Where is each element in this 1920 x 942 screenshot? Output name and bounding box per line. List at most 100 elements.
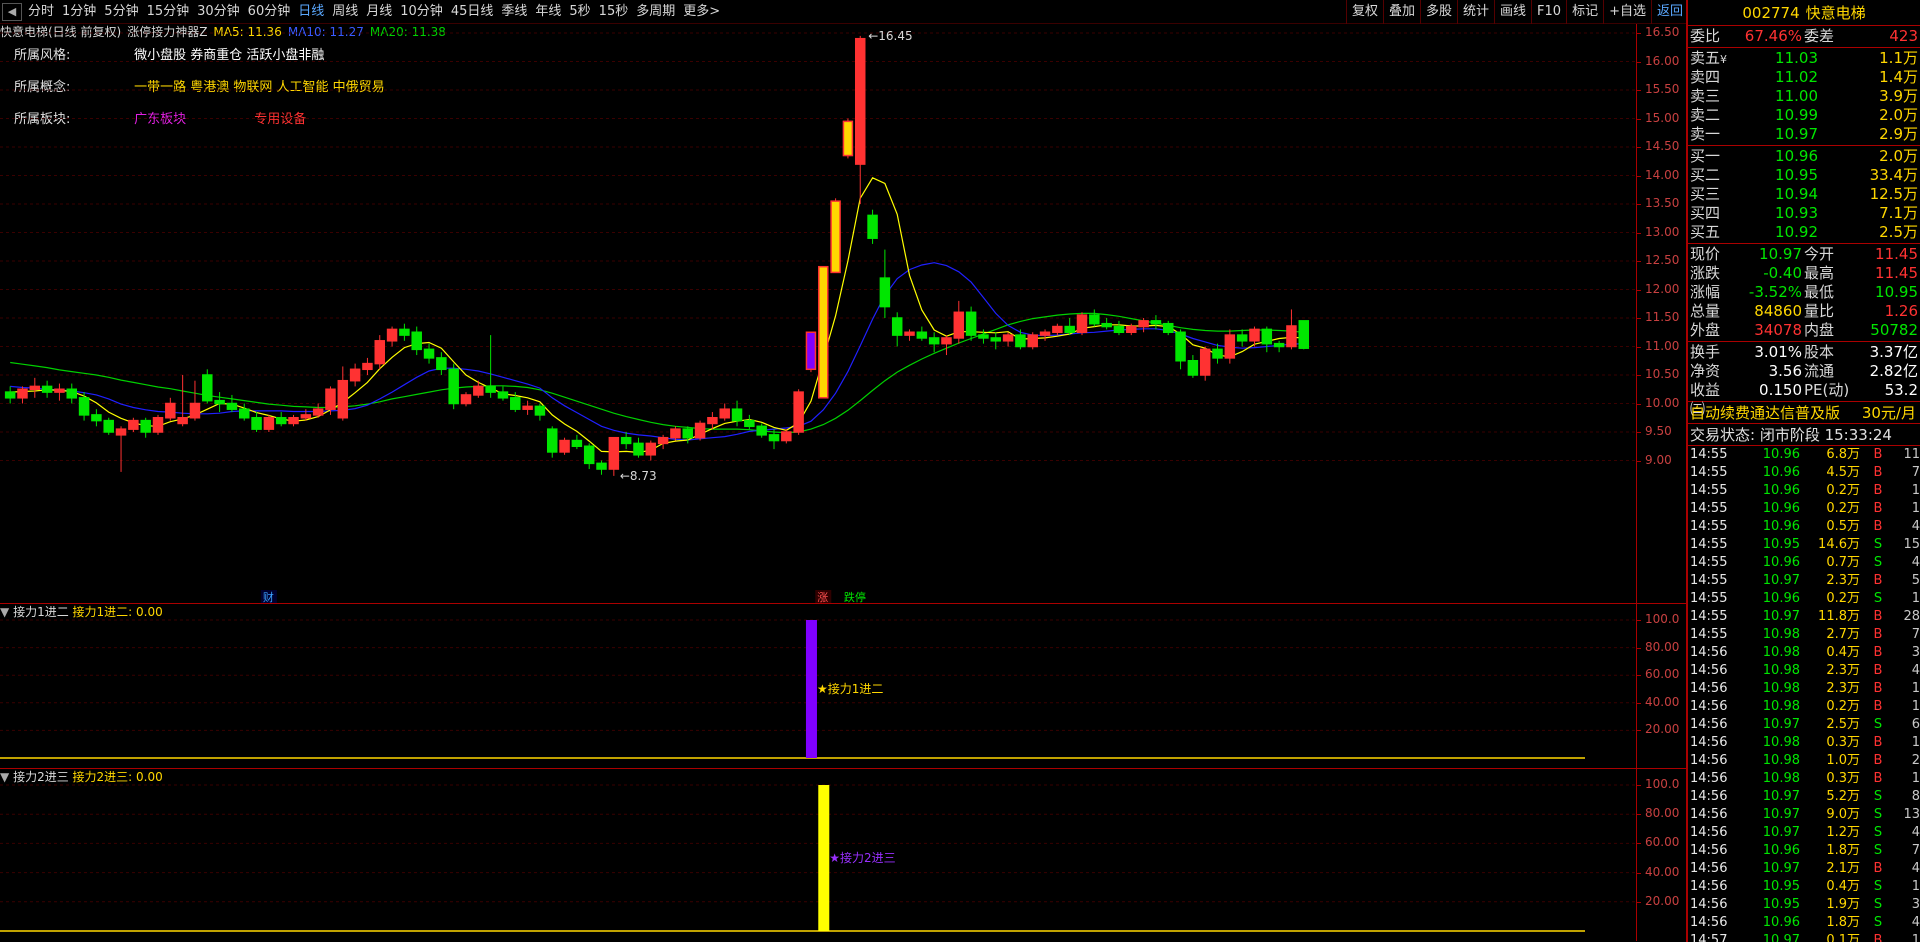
tick-price: 10.98: [1762, 735, 1800, 750]
tick-row[interactable]: 14:56 10.98 0.3万 B 1: [1688, 734, 1920, 752]
sub-tick-label: 80.00: [1645, 806, 1680, 821]
toolbar-button[interactable]: +自选: [1603, 0, 1651, 24]
tab-period[interactable]: 年线: [531, 1, 565, 23]
candlestick-chart[interactable]: ←16.45←8.73财涨跌停: [0, 24, 1636, 604]
tick-row[interactable]: 14:57 10.97 0.1万 B 1: [1688, 932, 1920, 942]
ask-label: 卖五¥: [1690, 49, 1728, 67]
tick-row[interactable]: 14:56 10.97 1.2万 S 4: [1688, 824, 1920, 842]
tab-period[interactable]: 多周期: [632, 1, 679, 23]
tick-row[interactable]: 14:56 10.97 5.2万 S 8: [1688, 788, 1920, 806]
tick-side: B: [1873, 447, 1883, 462]
tab-period[interactable]: 15秒: [595, 1, 633, 23]
tick-row[interactable]: 14:55 10.96 0.2万 S 1: [1688, 590, 1920, 608]
toolbar-button[interactable]: 统计: [1457, 0, 1494, 24]
price-tick-label: 14.00: [1645, 167, 1680, 182]
tick-row[interactable]: 14:56 10.97 2.5万 S 6: [1688, 716, 1920, 734]
toolbar-button[interactable]: 叠加: [1382, 0, 1420, 24]
toolbar-button[interactable]: F10: [1531, 0, 1566, 24]
tick-row[interactable]: 14:55 10.96 4.5万 B 7: [1688, 464, 1920, 482]
tick-row[interactable]: 14:56 10.95 1.9万 S 3: [1688, 896, 1920, 914]
ask-row[interactable]: 卖二 10.99 2.0万: [1690, 106, 1918, 125]
tab-period[interactable]: 1分钟: [58, 1, 100, 23]
candle: [337, 366, 349, 421]
sub-tick: [1637, 702, 1641, 704]
bid-row[interactable]: 买二 10.95 33.4万: [1690, 166, 1918, 185]
stat-value-2: 11.45: [1875, 245, 1918, 263]
tick-row[interactable]: 14:56 10.98 2.3万 B 4: [1688, 662, 1920, 680]
tab-period[interactable]: 月线: [362, 1, 396, 23]
service-banner[interactable]: 自动续费通达信普及版 30元/月: [1688, 402, 1920, 424]
bid-row[interactable]: 买一 10.96 2.0万: [1690, 147, 1918, 166]
bid-row[interactable]: 买四 10.93 7.1万: [1690, 204, 1918, 223]
tab-period[interactable]: 15分钟: [143, 1, 194, 23]
tick-row[interactable]: 14:56 10.96 1.8万 S 4: [1688, 914, 1920, 932]
tab-period[interactable]: 5分钟: [100, 1, 142, 23]
sub-tick: [1637, 814, 1641, 816]
toolbar-button[interactable]: 多股: [1419, 0, 1457, 24]
tick-row[interactable]: 14:55 10.95 14.6万 S 15: [1688, 536, 1920, 554]
tick-count: 7: [1911, 465, 1920, 480]
tick-row[interactable]: 14:55 10.98 2.7万 B 7: [1688, 626, 1920, 644]
candle: [238, 403, 250, 421]
tick-row[interactable]: 14:55 10.97 11.8万 B 28: [1688, 608, 1920, 626]
tick-time: 14:56: [1690, 915, 1728, 930]
sub2-chart[interactable]: ★接力2进三: [0, 769, 1636, 941]
tick-row[interactable]: 14:56 10.98 1.0万 B 2: [1688, 752, 1920, 770]
ask-row[interactable]: 卖一 10.97 2.9万: [1690, 125, 1918, 144]
tick-time: 14:56: [1690, 861, 1728, 876]
tab-period[interactable]: 季线: [497, 1, 531, 23]
tick-row[interactable]: 14:56 10.95 0.4万 S 1: [1688, 878, 1920, 896]
tick-time: 14:56: [1690, 879, 1728, 894]
tick-row[interactable]: 14:55 10.96 0.2万 B 1: [1688, 500, 1920, 518]
tick-count: 1: [1911, 879, 1920, 894]
tab-period[interactable]: 周线: [328, 1, 362, 23]
candle: [583, 443, 595, 470]
tick-row[interactable]: 14:56 10.98 0.4万 B 3: [1688, 644, 1920, 662]
ask-row[interactable]: 卖三 11.00 3.9万: [1690, 87, 1918, 106]
bid-row[interactable]: 买五 10.92 2.5万: [1690, 223, 1918, 242]
tab-period[interactable]: 30分钟: [193, 1, 244, 23]
tick-row[interactable]: 14:55 10.96 0.5万 B 4: [1688, 518, 1920, 536]
ask-row[interactable]: 卖五¥ 11.03 1.1万: [1690, 49, 1918, 68]
toolbar-button[interactable]: 返回: [1650, 0, 1688, 24]
marker-finance: 财: [263, 590, 274, 604]
tick-price: 10.97: [1762, 807, 1800, 822]
bid-row[interactable]: 买三 10.94 12.5万: [1690, 185, 1918, 204]
tick-row[interactable]: 14:56 10.98 0.3万 B 1: [1688, 770, 1920, 788]
tab-period[interactable]: 更多>: [679, 1, 724, 23]
tick-row[interactable]: 14:56 10.96 1.8万 S 7: [1688, 842, 1920, 860]
tick-row[interactable]: 14:55 10.96 0.2万 B 1: [1688, 482, 1920, 500]
candle: [91, 409, 102, 427]
sub1-chart[interactable]: ★接力1进二: [0, 604, 1636, 768]
stat-label: 现价: [1690, 245, 1721, 263]
tick-row[interactable]: 14:56 10.97 9.0万 S 13: [1688, 806, 1920, 824]
ask-book: 卖五¥ 11.03 1.1万 卖四 11.02 1.4万 卖三 11.00 3.9万 卖二 10.9…: [1688, 48, 1920, 146]
tick-row[interactable]: 14:55 10.96 6.8万 B 11: [1688, 446, 1920, 464]
candle: [1027, 332, 1038, 350]
tab-period[interactable]: 5秒: [565, 1, 594, 23]
stat-label: 净资: [1690, 362, 1721, 380]
tab-period[interactable]: 60分钟: [244, 1, 295, 23]
tick-price: 10.96: [1762, 447, 1800, 462]
tick-row[interactable]: 14:56 10.98 2.3万 B 1: [1688, 680, 1920, 698]
toolbar-button[interactable]: 标记: [1566, 0, 1603, 24]
toolbar-button[interactable]: 画线: [1494, 0, 1531, 24]
stat-label: 涨跌: [1690, 264, 1721, 282]
tab-period[interactable]: 日线: [294, 1, 328, 23]
tab-period[interactable]: 10分钟: [396, 1, 447, 23]
candle: [128, 417, 139, 432]
ask-row[interactable]: 卖四 11.02 1.4万: [1690, 68, 1918, 87]
toolbar-button[interactable]: 复权: [1345, 0, 1383, 24]
stock-header[interactable]: 002774 快意电梯: [1688, 0, 1920, 26]
tick-row[interactable]: 14:56 10.98 0.2万 B 1: [1688, 698, 1920, 716]
tick-row[interactable]: 14:55 10.96 0.7万 S 4: [1688, 554, 1920, 572]
price-tick: [1637, 375, 1641, 376]
tab-period[interactable]: 45日线: [447, 1, 498, 23]
back-arrow-icon[interactable]: ◀: [2, 2, 22, 21]
tick-row[interactable]: 14:56 10.97 2.1万 B 4: [1688, 860, 1920, 878]
stock-name: 快意电梯: [1805, 4, 1866, 22]
tab-period[interactable]: 分时: [24, 1, 58, 23]
sub-tick: [1637, 901, 1641, 903]
tick-list[interactable]: 14:55 10.96 6.8万 B 11 14:55 10.96 4.5万 B 7 14:55 10…: [1688, 446, 1920, 942]
tick-row[interactable]: 14:55 10.97 2.3万 B 5: [1688, 572, 1920, 590]
